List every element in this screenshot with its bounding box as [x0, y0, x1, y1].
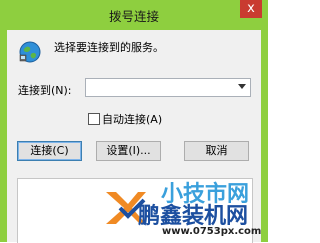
connect-button[interactable]: 连接(C): [17, 141, 82, 161]
close-icon: x: [247, 1, 255, 16]
connect-to-label: 连接到(N):: [18, 84, 72, 97]
dialog-body: 选择要连接到的服务。 连接到(N): 自动连接(A) 连接(C) 设置(I)..…: [7, 30, 261, 243]
title-bar[interactable]: 拨号连接 x: [0, 0, 268, 30]
auto-connect-label[interactable]: 自动连接(A): [102, 111, 162, 127]
auto-connect-checkbox[interactable]: [88, 113, 100, 125]
details-panel: [17, 178, 253, 243]
close-button[interactable]: x: [240, 0, 262, 18]
chevron-down-icon[interactable]: [238, 84, 246, 89]
connect-to-combobox[interactable]: [85, 78, 251, 97]
window-frame: 拨号连接 x 选择要连接到的服务。 连接到(N): 自动连接(A) 连接(C) …: [0, 0, 268, 243]
prompt-text: 选择要连接到的服务。: [54, 41, 164, 54]
settings-button[interactable]: 设置(I)...: [96, 141, 161, 161]
network-globe-icon: [19, 41, 41, 63]
cancel-button[interactable]: 取消: [184, 141, 249, 161]
window-title: 拨号连接: [108, 9, 159, 24]
